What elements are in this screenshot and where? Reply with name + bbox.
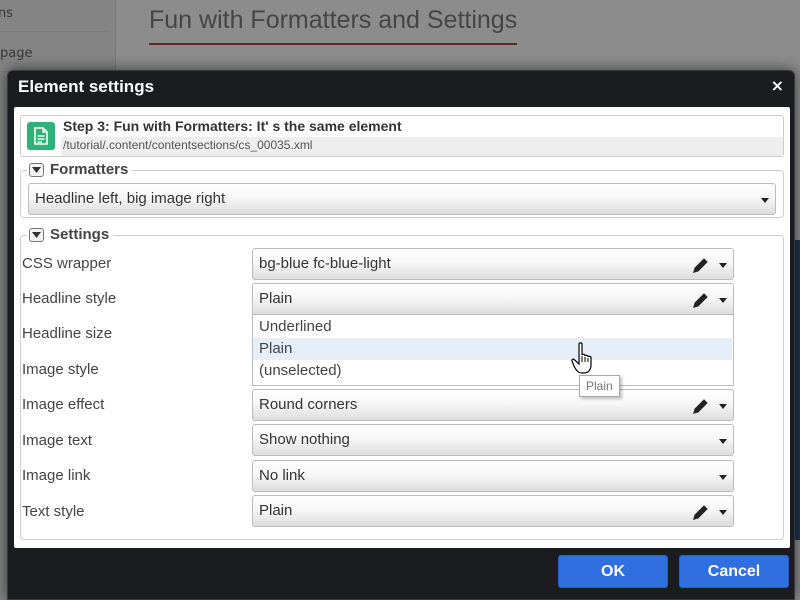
headline-style-select[interactable]: Plain (252, 283, 734, 315)
text-style-value: Plain (259, 502, 293, 519)
dropdown-option-highlighted[interactable]: Plain (253, 338, 732, 360)
formatters-legend: Formatters (27, 161, 133, 178)
headline-style-value: Plain (259, 290, 293, 307)
image-text-select[interactable]: Show nothing (252, 424, 734, 456)
image-text-value: Show nothing (259, 431, 350, 448)
setting-label-image-effect: Image effect (22, 396, 105, 413)
ok-button[interactable]: OK (558, 555, 668, 588)
formatter-select-value: Headline left, big image right (35, 190, 226, 207)
setting-label-headline-style: Headline style (22, 290, 117, 307)
tooltip: Plain (579, 375, 620, 397)
chevron-down-icon (761, 198, 769, 203)
settings-legend: Settings (27, 226, 114, 243)
pencil-icon[interactable] (691, 290, 711, 310)
headline-style-dropdown: Underlined Plain (unselected) (252, 315, 734, 386)
css-wrapper-select[interactable]: bg-blue fc-blue-light (252, 248, 734, 280)
pencil-icon[interactable] (691, 502, 711, 522)
chevron-down-icon (719, 439, 727, 444)
formatters-legend-label: Formatters (50, 161, 129, 178)
collapse-toggle-icon[interactable] (29, 162, 44, 177)
element-info-card: Step 3: Fun with Formatters: It' s the s… (20, 115, 784, 157)
close-icon[interactable]: × (771, 77, 784, 95)
formatter-select[interactable]: Headline left, big image right (28, 183, 776, 215)
chevron-down-icon (719, 298, 727, 303)
cancel-button[interactable]: Cancel (679, 555, 789, 588)
chevron-down-icon (719, 404, 727, 409)
text-style-select[interactable]: Plain (252, 495, 734, 527)
chevron-down-icon (719, 510, 727, 515)
document-icon (27, 122, 55, 150)
hand-cursor-icon (571, 342, 592, 374)
pencil-icon[interactable] (691, 255, 711, 275)
image-link-value: No link (259, 467, 305, 484)
dialog-body: Step 3: Fun with Formatters: It' s the s… (14, 107, 790, 548)
dropdown-option[interactable]: (unselected) (253, 360, 732, 382)
element-settings-dialog: Element settings × Step 3: Fun with Form… (7, 70, 795, 600)
setting-label-headline-size: Headline size (22, 325, 113, 342)
element-title: Step 3: Fun with Formatters: It' s the s… (63, 118, 402, 134)
pencil-icon[interactable] (691, 396, 711, 416)
setting-label-image-style: Image style (22, 361, 99, 378)
settings-legend-label: Settings (50, 226, 110, 243)
setting-label-image-link: Image link (22, 467, 91, 484)
setting-label-text-style: Text style (22, 503, 85, 520)
chevron-down-icon (719, 263, 727, 268)
element-path: /tutorial/.content/contentsections/cs_00… (63, 138, 313, 152)
image-effect-select[interactable]: Round corners (252, 389, 734, 421)
collapse-toggle-icon[interactable] (29, 227, 44, 242)
chevron-down-icon (719, 475, 727, 480)
image-effect-value: Round corners (259, 396, 358, 413)
image-link-select[interactable]: No link (252, 460, 734, 492)
setting-label-css-wrapper: CSS wrapper (22, 255, 112, 272)
dialog-title: Element settings (18, 77, 155, 96)
setting-label-image-text: Image text (22, 432, 93, 449)
css-wrapper-value: bg-blue fc-blue-light (259, 255, 391, 272)
dropdown-option[interactable]: Underlined (253, 316, 732, 338)
